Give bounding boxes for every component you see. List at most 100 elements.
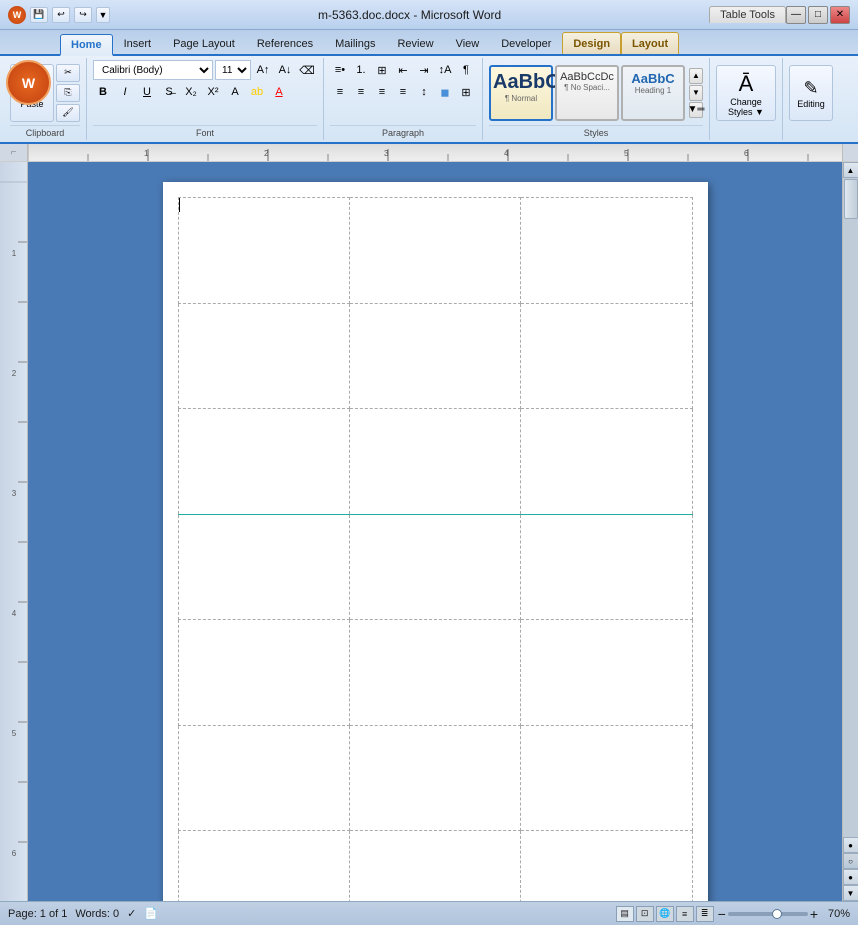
copy-button[interactable]: ⎘ (56, 84, 80, 102)
styles-scroll-up[interactable]: ▲ (689, 68, 703, 84)
tab-references[interactable]: References (246, 32, 324, 54)
maximize-btn[interactable]: □ (808, 6, 828, 24)
styles-scroll-down[interactable]: ▼ (689, 85, 703, 101)
table-cell[interactable] (521, 409, 692, 515)
zoom-minus-btn[interactable]: − (718, 906, 726, 922)
tab-design[interactable]: Design (562, 32, 621, 54)
show-hide-btn[interactable]: ¶ (456, 60, 476, 80)
tab-view[interactable]: View (445, 32, 491, 54)
scroll-down-btn[interactable]: ▼ (843, 885, 858, 901)
table-cell[interactable] (521, 725, 692, 831)
text-cursor-area[interactable] (179, 198, 180, 212)
table-cell[interactable] (349, 831, 520, 901)
tab-layout[interactable]: Layout (621, 32, 679, 54)
select-browse-btn[interactable]: ○ (843, 853, 858, 869)
print-layout-btn[interactable]: ▤ (616, 906, 634, 922)
table-cell[interactable] (349, 514, 520, 620)
web-layout-btn[interactable]: 🌐 (656, 906, 674, 922)
shading-btn[interactable]: ◼ (435, 82, 455, 102)
table-cell[interactable] (521, 620, 692, 726)
table-row[interactable] (178, 409, 692, 515)
format-painter-button[interactable]: 🖌 (56, 104, 80, 122)
table-cell[interactable] (178, 620, 349, 726)
font-size-select[interactable]: 11 (215, 60, 251, 80)
numbering-btn[interactable]: 1. (351, 60, 371, 80)
quick-save-btn[interactable]: 💾 (30, 7, 48, 23)
table-cell[interactable] (349, 198, 520, 304)
strikethrough-btn[interactable]: S̶ (159, 82, 179, 102)
change-styles-button[interactable]: Ā ChangeStyles ▼ (716, 65, 776, 121)
multilevel-btn[interactable]: ⊞ (372, 60, 392, 80)
table-cell[interactable] (521, 831, 692, 901)
table-cell[interactable] (349, 620, 520, 726)
increase-indent-btn[interactable]: ⇥ (414, 60, 434, 80)
undo-btn[interactable]: ↩ (52, 7, 70, 23)
justify-btn[interactable]: ≡ (393, 82, 413, 102)
table-cell[interactable] (178, 725, 349, 831)
table-cell[interactable] (349, 409, 520, 515)
highlight-btn[interactable]: ab (247, 82, 267, 102)
increase-font-btn[interactable]: A↑ (253, 60, 273, 80)
style-normal-btn[interactable]: AaBbCcDc ¶ Normal (489, 65, 553, 121)
font-color-btn[interactable]: A (269, 82, 289, 102)
style-heading1-btn[interactable]: AaBbC Heading 1 (621, 65, 685, 121)
borders-btn[interactable]: ⊞ (456, 82, 476, 102)
table-cell[interactable] (178, 514, 349, 620)
styles-more[interactable]: ▼═ (689, 102, 703, 118)
minimize-btn[interactable]: — (786, 6, 806, 24)
zoom-plus-btn[interactable]: + (810, 906, 818, 922)
table-cell[interactable] (349, 725, 520, 831)
zoom-percent[interactable]: 70% (820, 908, 850, 920)
scroll-track[interactable] (843, 178, 858, 837)
tab-mailings[interactable]: Mailings (324, 32, 386, 54)
italic-button[interactable]: I (115, 82, 135, 102)
next-page-btn[interactable]: ● (843, 869, 858, 885)
line-spacing-btn[interactable]: ↕ (414, 82, 434, 102)
table-cell[interactable] (349, 303, 520, 409)
tab-review[interactable]: Review (386, 32, 444, 54)
table-row[interactable] (178, 514, 692, 620)
office-button[interactable]: W (6, 60, 51, 105)
draft-btn[interactable]: ≣ (696, 906, 714, 922)
table-row[interactable] (178, 831, 692, 901)
superscript-btn[interactable]: X² (203, 82, 223, 102)
document-table[interactable] (178, 197, 693, 901)
table-cell[interactable] (178, 198, 349, 304)
ruler-corner[interactable]: ⌐ (0, 144, 28, 162)
tab-developer[interactable]: Developer (490, 32, 562, 54)
decrease-font-btn[interactable]: A↓ (275, 60, 295, 80)
text-effects-btn[interactable]: A (225, 82, 245, 102)
bullets-btn[interactable]: ≡• (330, 60, 350, 80)
align-right-btn[interactable]: ≡ (372, 82, 392, 102)
table-row[interactable] (178, 303, 692, 409)
decrease-indent-btn[interactable]: ⇤ (393, 60, 413, 80)
table-cell[interactable] (178, 831, 349, 901)
customize-btn[interactable]: ▼ (96, 7, 110, 23)
zoom-thumb[interactable] (772, 909, 782, 919)
scroll-up-btn[interactable]: ▲ (843, 162, 858, 178)
table-cell[interactable] (178, 303, 349, 409)
prev-page-btn[interactable]: ● (843, 837, 858, 853)
scroll-thumb[interactable] (844, 179, 858, 219)
tab-home[interactable]: Home (60, 34, 113, 56)
table-cell[interactable] (521, 303, 692, 409)
spell-check-icon[interactable]: ✓ (127, 907, 136, 920)
editing-button[interactable]: ✎ Editing (789, 65, 833, 121)
table-row[interactable] (178, 198, 692, 304)
tab-insert[interactable]: Insert (113, 32, 163, 54)
cut-button[interactable]: ✂ (56, 64, 80, 82)
font-name-select[interactable]: Calibri (Body) (93, 60, 213, 80)
outline-btn[interactable]: ≡ (676, 906, 694, 922)
bold-button[interactable]: B (93, 82, 113, 102)
clear-format-btn[interactable]: ⌫ (297, 60, 317, 80)
table-row[interactable] (178, 620, 692, 726)
document-area[interactable] (28, 162, 842, 901)
table-cell[interactable] (521, 198, 692, 304)
sort-btn[interactable]: ↕A (435, 60, 455, 80)
underline-button[interactable]: U (137, 82, 157, 102)
close-btn[interactable]: ✕ (830, 6, 850, 24)
style-no-spacing-btn[interactable]: AaBbCcDc ¶ No Spaci... (555, 65, 619, 121)
tab-page-layout[interactable]: Page Layout (162, 32, 246, 54)
table-row[interactable] (178, 725, 692, 831)
align-center-btn[interactable]: ≡ (351, 82, 371, 102)
